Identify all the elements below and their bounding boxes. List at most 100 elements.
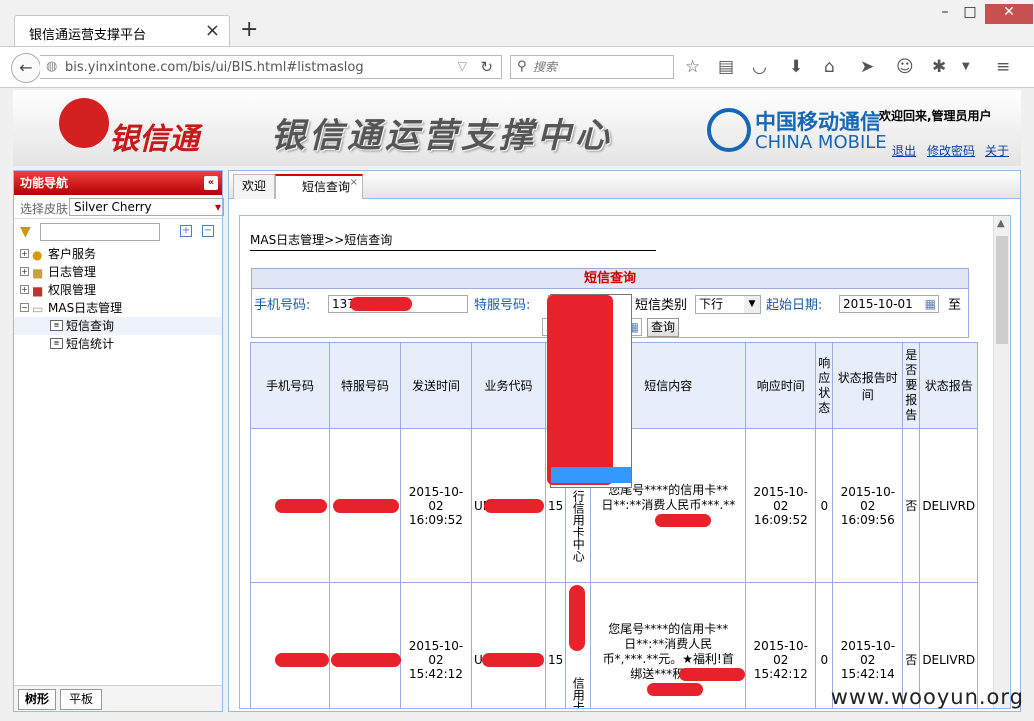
tree-item-log-management[interactable]: + ■ 日志管理 [14,263,222,281]
sms-type-select[interactable]: 下行 ▼ [695,295,761,314]
tree-item-sms-query[interactable]: ≡ 短信查询 [14,317,222,335]
tree-item-label: 日志管理 [48,265,97,279]
extension-icon[interactable]: ✱ [932,57,946,77]
about-link[interactable]: 关于 [985,142,1009,159]
menu-icon[interactable]: ≡ [996,57,1010,77]
column-header: 发送时间 [400,342,472,429]
nav-panel-header: 功能导航 « [14,171,222,195]
cell-resp-time: 2015-10-02 15:42:12 [745,582,817,708]
cell-resp-status: 0 [815,428,834,583]
document-icon: ≡ [50,320,63,331]
change-password-link[interactable]: 修改密码 [927,142,975,159]
nav-panel-bottom-tabs: 树形 平板 [14,685,222,711]
query-button[interactable]: 查询 [647,318,679,337]
calendar-icon[interactable]: ▦ [925,296,936,312]
cell-need-report: 否 [902,428,921,583]
window-close-icon[interactable]: ✕ [985,4,1033,24]
pocket-icon[interactable]: ◡ [752,57,767,77]
expand-all-icon[interactable]: + [180,225,192,237]
close-tab-icon[interactable]: × [205,20,220,41]
reading-list-icon[interactable]: ▤ [718,57,734,77]
redaction-mark [350,297,412,311]
download-icon[interactable]: ⬇ [789,57,803,77]
chat-icon[interactable]: ☺ [896,57,914,77]
browser-tab-title: 银信通运营支撑平台 [29,28,147,43]
tab-sms-query[interactable]: 短信查询 × [275,174,363,199]
maximize-icon[interactable]: □ [950,4,990,24]
extension-dropdown-icon[interactable]: ▼ [962,61,970,72]
tree-item-sms-statistics[interactable]: ≡ 短信统计 [14,335,222,353]
tree-filter-input[interactable] [40,223,160,241]
sms-type-label: 短信类别 [635,298,688,313]
cell-report: DELIVRD [919,428,979,583]
search-input[interactable] [533,58,669,76]
cell-send-time: 2015-10-02 15:42:12 [400,582,472,708]
new-tab-icon[interactable]: + [240,17,258,42]
cell-resp-time: 2015-10-02 16:09:52 [745,428,817,583]
search-bar[interactable]: ⚲ [510,55,674,79]
skin-label: 选择皮肤 [20,202,69,216]
cell-c5: 15 [544,582,567,708]
collapse-all-icon[interactable]: − [202,225,214,237]
collapse-icon[interactable]: « [204,176,218,190]
navigation-bar: ← ◍ bis.yinxintone.com/bis/ui/BIS.html#l… [0,46,1034,88]
redaction-mark [547,295,613,485]
url-text: bis.yinxintone.com/bis/ui/BIS.html#listm… [65,60,364,75]
back-icon[interactable]: ← [11,53,41,83]
history-dropdown-icon[interactable]: ▽ [458,59,467,73]
scroll-up-icon[interactable]: ▲ [997,218,1005,229]
redaction-mark [275,499,327,513]
expand-icon[interactable]: + [20,249,29,258]
start-date-label: 起始日期: [766,298,823,313]
service-number-dropdown-list[interactable] [547,294,632,488]
tree-item-customer-service[interactable]: + ● 客户服务 [14,245,222,263]
open-folder-icon: ▭ [32,302,44,316]
column-header: 响应状态 [815,342,834,429]
tree-item-label: 短信统计 [66,337,115,351]
reload-icon[interactable]: ↻ [480,58,493,76]
tree-item-label: 客户服务 [48,247,97,261]
cell-phone: 137 [250,428,330,583]
tree-item-label: MAS日志管理 [48,301,123,315]
browser-tab[interactable]: 银信通运营支撑平台 × [14,15,230,47]
skin-select[interactable]: Silver Cherry ▾ [69,198,224,216]
welcome-text: 欢迎回来,管理员用户 [879,109,992,123]
dropdown-highlighted-option[interactable] [551,467,631,483]
service-number-label: 特服号码: [474,298,531,313]
redaction-mark [333,499,399,513]
bookmark-star-icon[interactable]: ☆ [685,57,700,77]
expand-icon[interactable]: + [20,267,29,276]
send-icon[interactable]: ➤ [860,57,874,77]
cell-c6: 信用卡 [565,582,592,709]
content-line: 日**:**消费人民 [624,637,713,651]
tree-view-tab[interactable]: 树形 [18,689,56,710]
redaction-mark [569,585,586,651]
tree-item-permission-management[interactable]: + ■ 权限管理 [14,281,222,299]
redaction-mark [679,668,746,681]
tree-item-mas-log-management[interactable]: − ▭ MAS日志管理 [14,299,222,317]
content-line: 绑送***积分→ [593,667,746,682]
content-line: 元。 [593,513,743,528]
start-date-input[interactable]: 2015-10-01 ▦ [839,295,939,313]
cell-biz-code: U [471,582,546,708]
cell-text: 信用卡 [571,676,586,709]
column-header: 是否要报告 [902,342,921,429]
home-icon[interactable]: ⌂ [824,57,835,77]
content-panel: 欢迎 短信查询 × MAS日志管理>>短信查询 短信查询 手机号码: 137 特… [228,170,1021,712]
collapse-node-icon[interactable]: − [20,303,29,312]
to-label: 至 [948,298,962,313]
logout-link[interactable]: 退出 [892,142,916,159]
cell-biz-code: UM [471,428,546,583]
close-tab-icon[interactable]: × [350,172,358,194]
lock-icon: ■ [32,284,44,298]
breadcrumb: MAS日志管理>>短信查询 [250,231,656,251]
expand-icon[interactable]: + [20,285,29,294]
flat-view-tab[interactable]: 平板 [60,689,102,710]
cell-service [329,428,401,583]
scrollbar-thumb[interactable] [996,236,1008,344]
tab-welcome[interactable]: 欢迎 [233,174,276,199]
cell-phone: 137 [250,582,330,708]
vertical-scrollbar[interactable]: ▲ [993,216,1010,708]
url-bar[interactable]: ◍ bis.yinxintone.com/bis/ui/BIS.html#lis… [40,55,502,79]
redaction-mark [482,653,544,667]
